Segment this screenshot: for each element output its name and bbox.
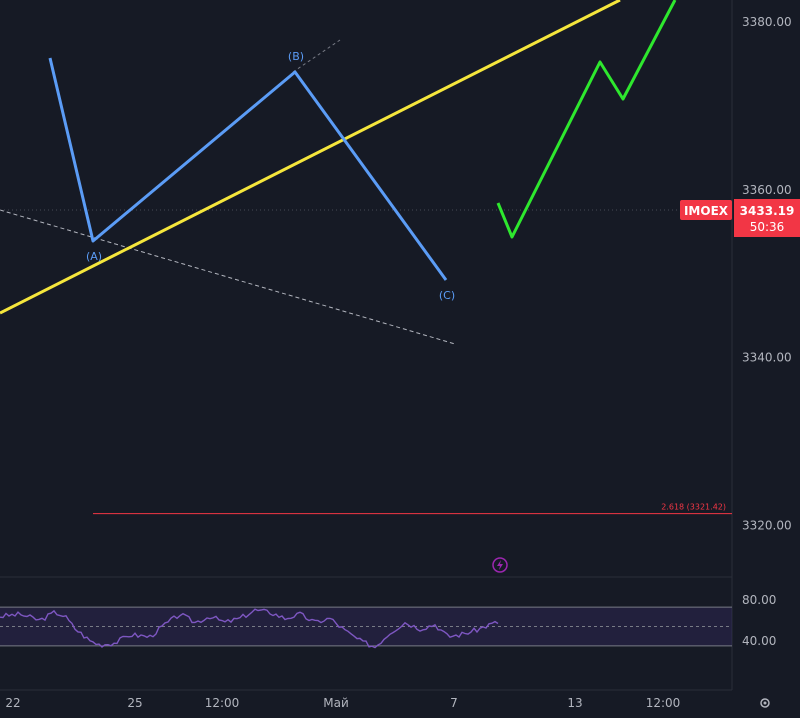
symbol-label: IMOEX: [684, 204, 729, 218]
time-tick-label: 7: [450, 696, 458, 710]
price-badge: 3433.19 50:36: [734, 199, 800, 237]
fib-level-label: 2.618 (3321.42): [661, 503, 726, 512]
oscillator-tick-label: 40.00: [742, 634, 776, 648]
last-price: 3433.19: [740, 204, 795, 218]
time-tick-label: Май: [323, 696, 349, 710]
oscillator-tick-label: 80.00: [742, 593, 776, 607]
price-tick-label: 3360.00: [742, 183, 792, 197]
time-tick-label: 12:00: [646, 696, 681, 710]
wave-label: (B): [288, 50, 304, 63]
oscillator-pane: [0, 606, 732, 649]
symbol-badge: IMOEX: [680, 200, 732, 220]
chart[interactable]: 0 (3486.29)0.236 (3471.42)0.382 (3462.23…: [0, 0, 800, 718]
price-tick-label: 3340.00: [742, 351, 792, 365]
wave-label: (C): [439, 289, 455, 302]
bar-countdown: 50:36: [750, 220, 785, 234]
time-tick-label: 22: [5, 696, 20, 710]
time-tick-label: 25: [127, 696, 142, 710]
time-tick-label: 12:00: [205, 696, 240, 710]
price-tick-label: 3380.00: [742, 15, 792, 29]
wave-label: (A): [86, 250, 102, 263]
price-tick-label: 3320.00: [742, 519, 792, 533]
time-tick-label: 13: [567, 696, 582, 710]
chart-canvas[interactable]: 0 (3486.29)0.236 (3471.42)0.382 (3462.23…: [0, 0, 800, 718]
